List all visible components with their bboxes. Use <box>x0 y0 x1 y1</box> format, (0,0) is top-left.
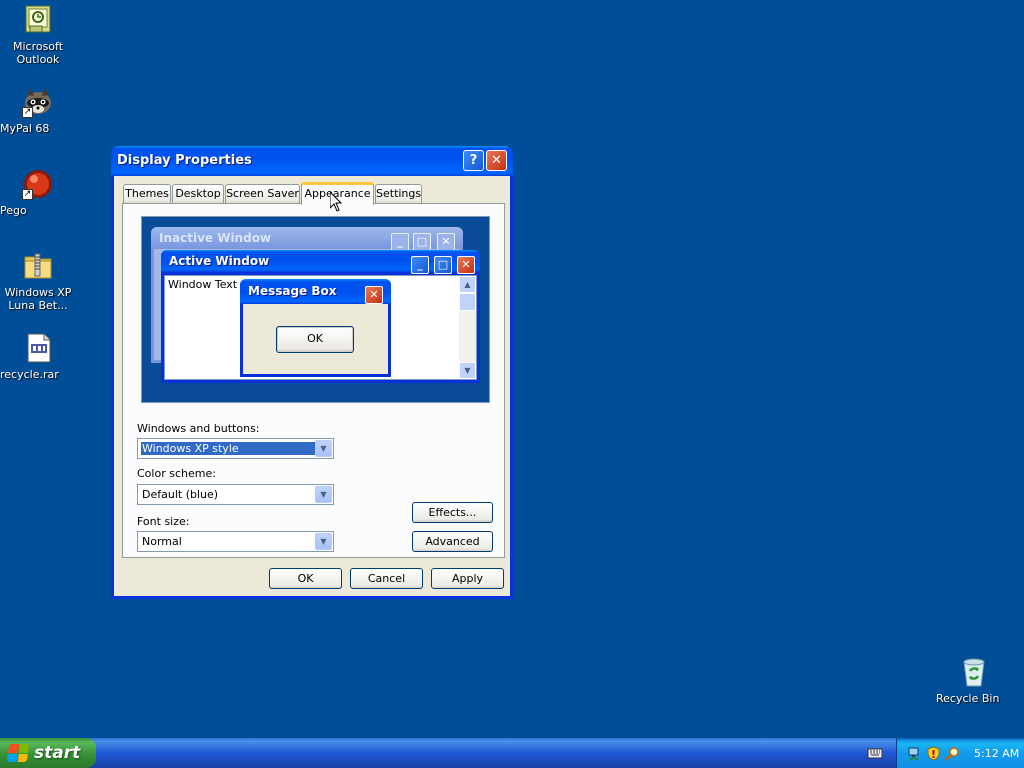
desktop-icon-label: Recycle Bin <box>936 692 1000 705</box>
desktop-icon-luna-zip[interactable]: Windows XP Luna Bet... <box>0 250 76 312</box>
preview-maximize-icon: □ <box>434 256 452 274</box>
mouse-cursor-icon <box>330 192 342 212</box>
preview-window-text: Window Text <box>168 278 238 291</box>
start-label: start <box>34 743 81 763</box>
clock[interactable]: 5:12 AM <box>974 747 1019 760</box>
pego-red-ball-icon: ↗ <box>22 168 54 200</box>
shortcut-arrow-icon: ↗ <box>22 107 33 118</box>
mypal-raccoon-icon: ↗ <box>22 86 54 118</box>
scroll-up-icon: ▲ <box>459 276 476 293</box>
advanced-button[interactable]: Advanced <box>412 531 493 552</box>
desktop-icon-pego[interactable]: ↗ Pego <box>0 168 76 217</box>
outlook-icon <box>22 4 54 36</box>
start-button[interactable]: start <box>0 738 96 768</box>
font-size-value: Normal <box>142 535 182 548</box>
preview-ok-button: OK <box>276 326 354 353</box>
desktop-icon-recycle-bin[interactable]: Recycle Bin <box>936 656 1012 705</box>
chevron-down-icon[interactable]: ▼ <box>315 440 332 457</box>
preview-close-icon: ✕ <box>457 256 475 274</box>
color-scheme-select[interactable]: Default (blue) ▼ <box>137 484 334 505</box>
security-shield-icon[interactable] <box>926 745 941 761</box>
tab-desktop[interactable]: Desktop <box>172 184 224 204</box>
preview-message-box: Message Box ✕ OK <box>240 279 391 377</box>
windows-buttons-value: Windows XP style <box>140 441 316 456</box>
chevron-down-icon[interactable]: ▼ <box>315 533 332 550</box>
desktop-icon-outlook[interactable]: Microsoft Outlook <box>0 4 76 66</box>
tab-settings[interactable]: Settings <box>375 184 422 204</box>
keyboard-icon[interactable] <box>867 746 883 760</box>
preview-minimize-icon: _ <box>411 256 429 274</box>
effects-button[interactable]: Effects... <box>412 502 493 523</box>
appearance-preview: Inactive Window _ □ ✕ Active Window _ □ … <box>141 216 490 403</box>
zip-folder-icon <box>22 250 54 282</box>
system-tray: 5:12 AM <box>896 738 1024 768</box>
recycle-bin-icon <box>958 656 990 688</box>
network-icon[interactable] <box>907 746 922 761</box>
shortcut-arrow-icon: ↗ <box>22 189 33 200</box>
dialog-title: Display Properties <box>117 153 252 168</box>
preview-maximize-icon: □ <box>413 233 431 251</box>
tab-screen-saver[interactable]: Screen Saver <box>225 184 300 204</box>
tab-themes[interactable]: Themes <box>123 184 171 204</box>
font-size-label: Font size: <box>137 515 190 528</box>
desktop-icon-label: Pego <box>0 204 27 217</box>
display-properties-dialog: Display Properties ? ✕ Themes Desktop Sc… <box>111 146 513 599</box>
windows-buttons-label: Windows and buttons: <box>137 422 260 435</box>
desktop-icon-mypal[interactable]: ↗ MyPal 68 <box>0 86 76 135</box>
search-icon[interactable] <box>945 746 960 761</box>
preview-scrollbar: ▲ ▼ <box>459 276 476 379</box>
preview-close-icon: ✕ <box>365 286 383 304</box>
color-scheme-label: Color scheme: <box>137 467 216 480</box>
cancel-button[interactable]: Cancel <box>350 568 423 589</box>
windows-logo-icon <box>6 744 30 762</box>
color-scheme-value: Default (blue) <box>142 488 219 501</box>
rar-archive-icon <box>22 332 54 364</box>
font-size-select[interactable]: Normal ▼ <box>137 531 334 552</box>
desktop-icon-label: Windows XP Luna Bet... <box>4 286 72 312</box>
chevron-down-icon[interactable]: ▼ <box>315 486 332 503</box>
preview-minimize-icon: _ <box>391 233 409 251</box>
apply-button[interactable]: Apply <box>431 568 504 589</box>
scroll-down-icon: ▼ <box>459 362 476 379</box>
scroll-thumb <box>459 293 476 311</box>
desktop-icon-label: recycle.rar <box>0 368 59 381</box>
ok-button[interactable]: OK <box>269 568 342 589</box>
help-button[interactable]: ? <box>463 150 484 171</box>
dialog-titlebar[interactable]: Display Properties ? ✕ <box>111 146 513 176</box>
preview-close-icon: ✕ <box>437 233 455 251</box>
desktop-icon-label: MyPal 68 <box>0 122 50 135</box>
appearance-panel: Inactive Window _ □ ✕ Active Window _ □ … <box>122 203 505 558</box>
windows-buttons-select[interactable]: Windows XP style ▼ <box>137 438 334 459</box>
preview-active-title: Active Window <box>161 250 480 272</box>
close-button[interactable]: ✕ <box>486 150 507 171</box>
desktop-icon-label: Microsoft Outlook <box>12 40 64 66</box>
taskbar: start 5:12 AM <box>0 738 1024 768</box>
desktop-icon-recycle-rar[interactable]: recycle.rar <box>0 332 76 381</box>
